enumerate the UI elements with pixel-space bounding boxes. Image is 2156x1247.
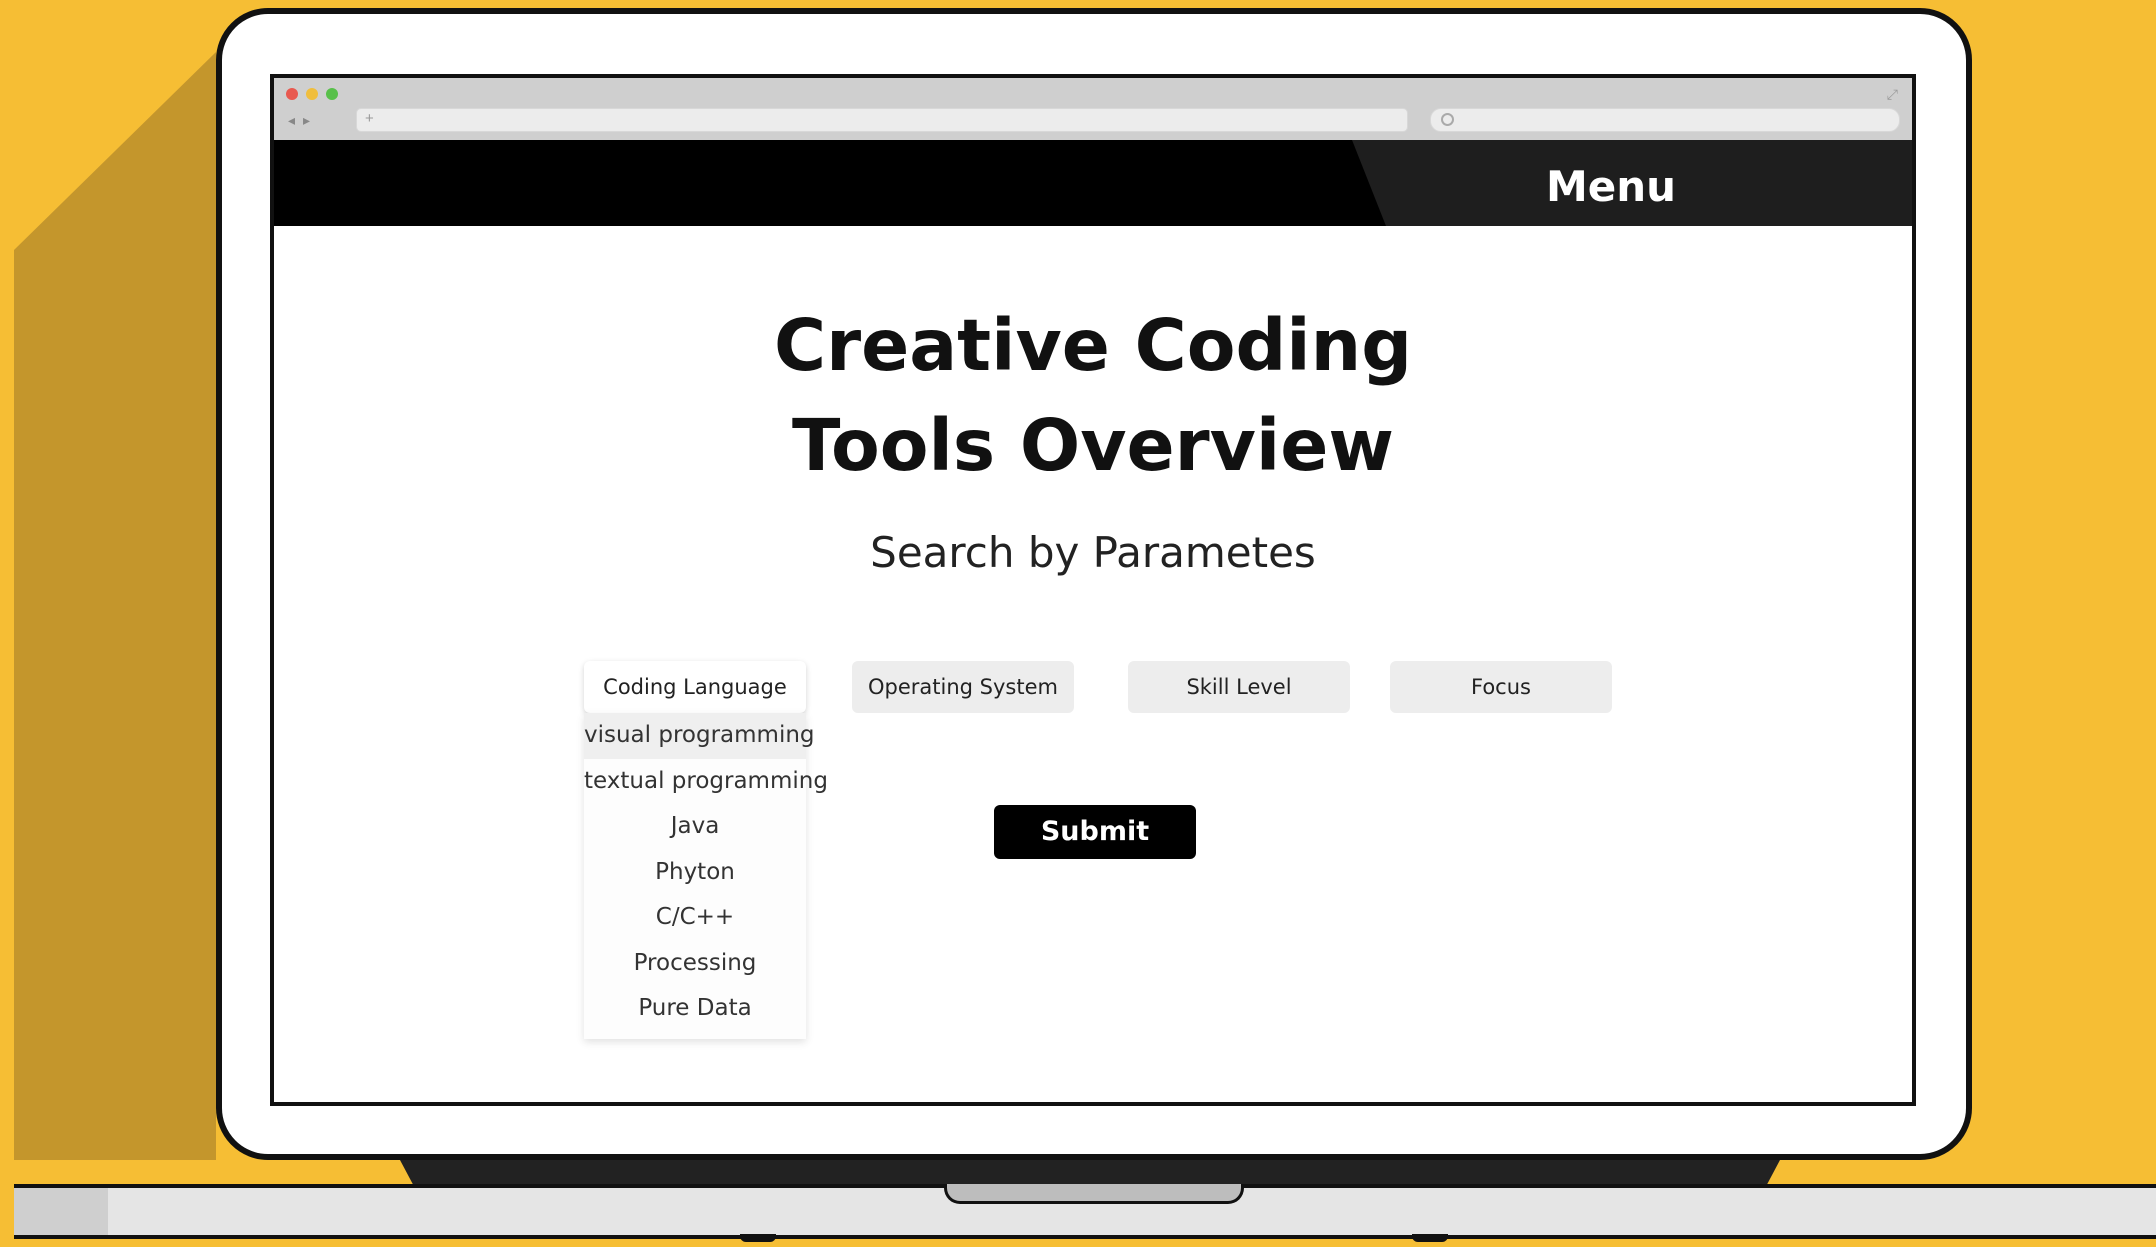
dropdown-option-cpp[interactable]: C/C++	[584, 895, 806, 941]
dropdown-option-phyton[interactable]: Phyton	[584, 850, 806, 896]
search-subtitle: Search by Parametes	[870, 528, 1316, 577]
coding-language-filter[interactable]: Coding Language	[584, 661, 806, 713]
skill-level-filter[interactable]: Skill Level	[1128, 661, 1350, 713]
laptop-hinge	[400, 1160, 1780, 1186]
dropdown-option-pure-data[interactable]: Pure Data	[584, 986, 806, 1032]
menu-panel[interactable]: Menu	[1352, 140, 1912, 226]
search-icon	[1441, 113, 1454, 126]
menu-button[interactable]: Menu	[1546, 162, 1676, 211]
browser-window: ◂▸ + ⤢ Menu Creative Coding Tools Overvi…	[270, 74, 1916, 1106]
page-title-line-2: Tools Overview	[791, 404, 1395, 487]
fullscreen-icon[interactable]: ⤢	[1887, 86, 1898, 103]
minimize-window-icon[interactable]	[306, 88, 318, 100]
laptop-opening-notch	[944, 1184, 1244, 1204]
page-title: Creative Coding Tools Overview	[274, 296, 1912, 496]
address-bar[interactable]: +	[356, 108, 1408, 132]
site-header: Menu	[274, 140, 1912, 226]
dropdown-option-processing[interactable]: Processing	[584, 941, 806, 987]
dropdown-option-textual-programming[interactable]: textual programming	[584, 759, 828, 805]
close-window-icon[interactable]	[286, 88, 298, 100]
laptop-foot-left	[740, 1234, 776, 1242]
laptop-base-edge	[14, 1188, 108, 1235]
focus-filter[interactable]: Focus	[1390, 661, 1612, 713]
laptop-foot-right	[1412, 1234, 1448, 1242]
new-tab-icon[interactable]: +	[365, 110, 374, 127]
submit-button[interactable]: Submit	[994, 805, 1196, 859]
browser-search-input[interactable]	[1430, 108, 1900, 132]
back-forward-icon[interactable]: ◂▸	[288, 112, 318, 129]
browser-toolbar: ◂▸ + ⤢	[274, 78, 1912, 141]
maximize-window-icon[interactable]	[326, 88, 338, 100]
dropdown-option-visual-programming[interactable]: visual programming	[584, 713, 815, 759]
dropdown-option-java[interactable]: Java	[584, 804, 806, 850]
coding-language-dropdown: visual programming textual programming J…	[584, 713, 828, 1039]
operating-system-filter[interactable]: Operating System	[852, 661, 1074, 713]
page-title-line-1: Creative Coding	[773, 304, 1413, 387]
